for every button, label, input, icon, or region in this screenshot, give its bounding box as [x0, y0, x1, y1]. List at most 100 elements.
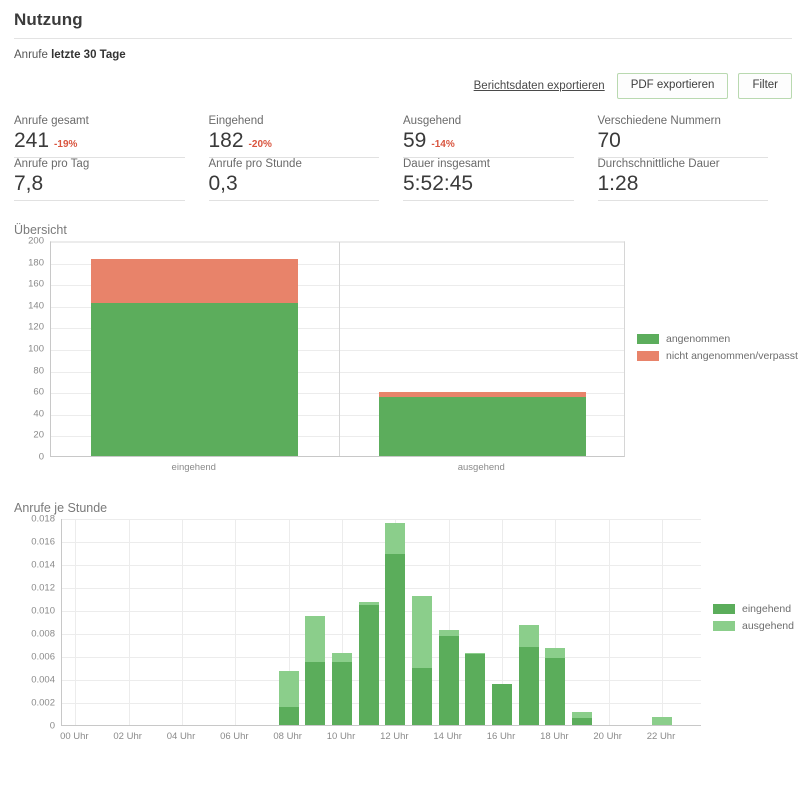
bar-segment[interactable]: [279, 707, 299, 725]
bar-segment[interactable]: [439, 636, 459, 725]
stat-card: Dauer insgesamt5:52:45: [403, 158, 598, 201]
gridline: [62, 588, 701, 589]
stat-label: Dauer insgesamt: [403, 158, 574, 172]
bar-segment[interactable]: [379, 392, 586, 396]
bar-segment[interactable]: [385, 554, 405, 725]
bar[interactable]: [465, 653, 485, 725]
overview-chart-title: Übersicht: [14, 223, 792, 237]
stat-delta: -14%: [431, 139, 454, 150]
bar[interactable]: [492, 684, 512, 725]
y-axis-tick: 80: [33, 365, 44, 376]
bar-segment[interactable]: [385, 523, 405, 554]
bar[interactable]: [279, 671, 299, 725]
bar-segment[interactable]: [519, 625, 539, 647]
bar-segment[interactable]: [359, 602, 379, 605]
bar[interactable]: [545, 648, 565, 725]
filter-button[interactable]: Filter: [738, 73, 792, 99]
y-axis-tick: 0.010: [31, 606, 55, 617]
x-axis-tick: 16 Uhr: [487, 731, 516, 742]
x-axis-tick: 06 Uhr: [220, 731, 249, 742]
bar-segment[interactable]: [279, 671, 299, 707]
bar-segment[interactable]: [91, 259, 298, 302]
bar[interactable]: [412, 596, 432, 725]
bar-segment[interactable]: [439, 630, 459, 637]
y-axis-labels: 020406080100120140160180200: [14, 241, 44, 457]
x-axis-tick: 18 Uhr: [540, 731, 569, 742]
bar-segment[interactable]: [91, 303, 298, 456]
report-toolbar: Berichtsdaten exportieren PDF exportiere…: [14, 73, 792, 99]
bar[interactable]: [385, 523, 405, 725]
bar-segment[interactable]: [379, 397, 586, 456]
y-axis-tick: 200: [28, 236, 44, 247]
bar-segment[interactable]: [412, 668, 432, 725]
stat-card: Eingehend182-20%: [209, 115, 404, 158]
stat-label: Ausgehend: [403, 115, 574, 129]
bar-segment[interactable]: [572, 712, 592, 718]
bar-segment[interactable]: [519, 647, 539, 725]
bar-segment[interactable]: [572, 718, 592, 725]
legend-item[interactable]: angenommen: [637, 333, 798, 345]
bar[interactable]: [439, 630, 459, 725]
y-axis-tick: 0.006: [31, 652, 55, 663]
y-axis-tick: 0.016: [31, 537, 55, 548]
y-axis-tick: 0.008: [31, 629, 55, 640]
bar-segment[interactable]: [412, 596, 432, 667]
bar[interactable]: [305, 616, 325, 725]
bar-segment[interactable]: [359, 605, 379, 725]
bar[interactable]: [379, 392, 586, 456]
stat-card: Anrufe gesamt241-19%: [14, 115, 209, 158]
plot: [50, 241, 625, 457]
legend-item[interactable]: ausgehend: [713, 620, 794, 632]
legend-item[interactable]: eingehend: [713, 603, 794, 615]
gridline: [62, 703, 701, 704]
gridline: [62, 519, 701, 520]
overview-chart: 020406080100120140160180200eingehendausg…: [14, 241, 792, 479]
vertical-gridline: [339, 242, 340, 456]
y-axis-tick: 100: [28, 344, 44, 355]
legend-swatch: [637, 334, 659, 344]
bar[interactable]: [91, 259, 298, 456]
bar-segment[interactable]: [332, 662, 352, 725]
bar[interactable]: [572, 712, 592, 725]
legend-swatch: [713, 604, 735, 614]
legend-label: angenommen: [666, 333, 730, 345]
stat-value: 0,3: [209, 172, 238, 196]
bar-segment[interactable]: [332, 653, 352, 662]
stat-card: Anrufe pro Stunde0,3: [209, 158, 404, 201]
bar-segment[interactable]: [492, 684, 512, 725]
legend-label: eingehend: [742, 603, 791, 615]
stat-card: Ausgehend59-14%: [403, 115, 598, 158]
bar-segment[interactable]: [465, 653, 485, 654]
stat-label: Durchschnittliche Dauer: [598, 158, 769, 172]
bar[interactable]: [519, 625, 539, 725]
bar-segment[interactable]: [305, 616, 325, 662]
y-axis-tick: 0.012: [31, 583, 55, 594]
stat-card: Durchschnittliche Dauer1:28: [598, 158, 793, 201]
hourly-legend: eingehend ausgehend: [701, 519, 794, 637]
bar[interactable]: [359, 602, 379, 725]
stat-label: Anrufe pro Tag: [14, 158, 185, 172]
y-axis-tick: 0: [50, 721, 55, 732]
y-axis-tick: 0.004: [31, 675, 55, 686]
bar[interactable]: [332, 653, 352, 725]
y-axis-tick: 180: [28, 257, 44, 268]
bar-segment[interactable]: [545, 648, 565, 658]
x-axis-tick: 08 Uhr: [273, 731, 302, 742]
legend-label: ausgehend: [742, 620, 794, 632]
y-axis-tick: 40: [33, 408, 44, 419]
bar-segment[interactable]: [305, 662, 325, 725]
bar-segment[interactable]: [465, 654, 485, 725]
gridline: [62, 680, 701, 681]
stat-label: Eingehend: [209, 115, 380, 129]
usage-report-page: Nutzung Anrufe letzte 30 Tage Berichtsda…: [0, 0, 806, 748]
vertical-gridline: [129, 519, 130, 725]
bar[interactable]: [652, 717, 672, 725]
vertical-gridline: [182, 519, 183, 725]
bar-segment[interactable]: [545, 658, 565, 725]
export-pdf-button[interactable]: PDF exportieren: [617, 73, 729, 99]
export-report-data-link[interactable]: Berichtsdaten exportieren: [474, 80, 605, 92]
legend-item[interactable]: nicht angenommen/verpasst: [637, 350, 798, 362]
bar-segment[interactable]: [652, 717, 672, 725]
stat-value: 70: [598, 129, 621, 153]
legend-label: nicht angenommen/verpasst: [666, 350, 798, 362]
